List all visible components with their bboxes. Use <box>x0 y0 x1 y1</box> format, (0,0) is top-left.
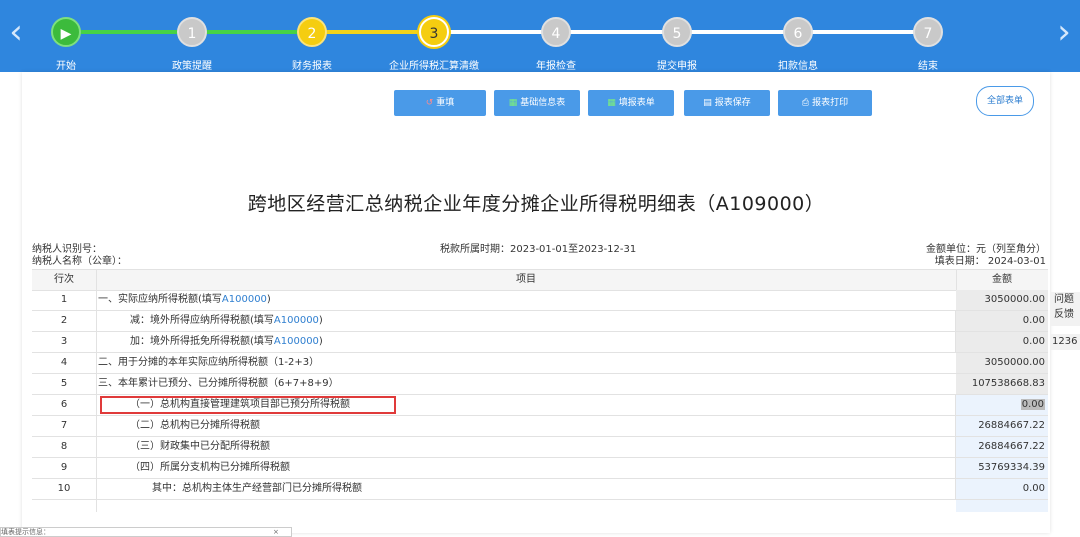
page-title: 跨地区经营汇总纳税企业年度分摊企业所得税明细表（A109000） <box>247 193 825 215</box>
tax-period: 税款所属时期：2023-01-01至2023-12-31 <box>440 244 637 255</box>
table-row: 4 二、用于分摊的本年实际应纳所得税额（1-2+3） 3050000.00 <box>32 353 1048 374</box>
fill-form-button[interactable]: ▦ 填报表单 <box>588 90 674 116</box>
row-amount-input[interactable]: 53769334.39 <box>956 458 1048 478</box>
chevron-right-icon[interactable]: › <box>1052 14 1076 50</box>
row-amount: 0.00 <box>956 332 1048 352</box>
row-no: 6 <box>32 395 97 415</box>
play-icon: ▶ <box>60 26 72 42</box>
table-row <box>32 500 1048 512</box>
row-amount: 107538668.83 <box>956 374 1048 394</box>
row-no: 2 <box>32 311 97 331</box>
row-item: 一、实际应纳所得税额(填写A100000) <box>96 290 959 310</box>
row-no: 4 <box>32 353 97 373</box>
chevron-left-icon[interactable]: ‹ <box>4 14 28 50</box>
step-label-payment[interactable]: 扣款信息 <box>743 57 853 72</box>
step-circle-start[interactable]: ▶ <box>51 17 81 47</box>
step-circle-3[interactable]: 3 <box>419 17 449 47</box>
row-no <box>32 500 97 512</box>
step-label-submit[interactable]: 提交申报 <box>622 57 732 72</box>
feedback-widget[interactable]: 问题 反馈 <box>1050 292 1080 326</box>
row-no: 3 <box>32 332 97 352</box>
step-label-cit[interactable]: 企业所得税汇算清缴 <box>379 57 489 72</box>
step-label-end[interactable]: 结束 <box>873 57 983 72</box>
step-circle-7[interactable]: 7 <box>913 17 943 47</box>
row-no: 5 <box>32 374 97 394</box>
row-amount: 0.00 <box>956 311 1048 331</box>
header-item: 项目 <box>96 270 957 290</box>
form-link[interactable]: A100000 <box>274 315 319 326</box>
table-row: 1 一、实际应纳所得税额(填写A100000) 3050000.00 <box>32 290 1048 311</box>
reset-button[interactable]: ↺ 重填 <box>394 90 486 116</box>
header-amount: 金额 <box>992 274 1012 285</box>
row-amount-input[interactable]: 0.00 <box>956 479 1048 499</box>
save-icon: ▤ <box>703 98 712 108</box>
save-report-button[interactable]: ▤ 报表保存 <box>684 90 770 116</box>
row-item: 加：境外所得抵免所得税额(填写A100000) <box>96 332 956 352</box>
table-row: 5 三、本年累计已预分、已分摊所得税额（6+7+8+9） 107538668.8… <box>32 374 1048 395</box>
row-item: 其中：总机构主体生产经营部门已分摊所得税额 <box>96 479 956 499</box>
all-forms-button[interactable]: 全部表单 <box>976 86 1034 116</box>
form-link[interactable]: A100000 <box>222 294 267 305</box>
row-no: 9 <box>32 458 97 478</box>
row-item: （三）财政集中已分配所得税额 <box>96 437 956 457</box>
row-amount: 3050000.00 <box>956 290 1048 310</box>
hotline-widget[interactable]: 1236 <box>1050 334 1080 350</box>
refresh-icon: ↺ <box>425 98 434 108</box>
header-row-no: 行次 <box>32 270 97 290</box>
step-circle-4[interactable]: 4 <box>541 17 571 47</box>
row-item: 减：境外所得应纳所得税额(填写A100000) <box>96 311 956 331</box>
step-circle-5[interactable]: 5 <box>662 17 692 47</box>
row-no: 7 <box>32 416 97 436</box>
step-label-policy[interactable]: 政策提醒 <box>137 57 247 72</box>
row-no: 8 <box>32 437 97 457</box>
fill-date: 填表日期： 2024-03-01 <box>934 256 1046 267</box>
row-item: 三、本年累计已预分、已分摊所得税额（6+7+8+9） <box>96 374 959 394</box>
table-row: 10 其中：总机构主体生产经营部门已分摊所得税额 0.00 <box>32 479 1048 500</box>
table-icon: ▦ <box>607 98 616 108</box>
basic-info-button[interactable]: ▦ 基础信息表 <box>494 90 580 116</box>
print-icon: ⎙ <box>801 98 810 108</box>
row-item: （二）总机构已分摊所得税额 <box>96 416 956 436</box>
table-row: 9 （四）所属分支机构已分摊所得税额 53769334.39 <box>32 458 1048 479</box>
table-header: 行次 项目 金额 <box>32 269 1048 291</box>
step-label-start[interactable]: 开始 <box>11 57 121 72</box>
step-label-check[interactable]: 年报检查 <box>501 57 611 72</box>
taxpayer-name-label: 纳税人名称（公章）： <box>32 256 127 267</box>
row-no: 1 <box>32 290 97 310</box>
print-report-button[interactable]: ⎙ 报表打印 <box>778 90 872 116</box>
table-row: 8 （三）财政集中已分配所得税额 26884667.22 <box>32 437 1048 458</box>
row-amount-input[interactable]: 26884667.22 <box>956 437 1048 457</box>
table-row: 7 （二）总机构已分摊所得税额 26884667.22 <box>32 416 1048 437</box>
step-circle-2[interactable]: 2 <box>297 17 327 47</box>
row-item: 二、用于分摊的本年实际应纳所得税额（1-2+3） <box>96 353 959 373</box>
row-item <box>96 500 957 512</box>
table-row: 2 减：境外所得应纳所得税额(填写A100000) 0.00 <box>32 311 1048 332</box>
row-amount <box>956 500 1048 512</box>
row-no: 10 <box>32 479 97 499</box>
form-link[interactable]: A100000 <box>274 336 319 347</box>
row-amount: 3050000.00 <box>956 353 1048 373</box>
highlight-box <box>100 396 396 414</box>
step-label-financial[interactable]: 财务报表 <box>257 57 367 72</box>
step-circle-6[interactable]: 6 <box>783 17 813 47</box>
row-item: （四）所属分支机构已分摊所得税额 <box>96 458 956 478</box>
progress-steps-bar: ‹ ▶ 1 2 3 4 5 6 7 开始 政策提醒 财务报表 企业所得税汇算清缴… <box>0 0 1080 72</box>
fill-tip-bar[interactable]: 填表提示信息： × <box>0 527 292 537</box>
row-amount-input[interactable]: 26884667.22 <box>956 416 1048 436</box>
step-connector-current <box>316 30 434 34</box>
step-circle-1[interactable]: 1 <box>177 17 207 47</box>
table-icon: ▦ <box>508 98 518 108</box>
table-row: 3 加：境外所得抵免所得税额(填写A100000) 0.00 <box>32 332 1048 353</box>
close-icon[interactable]: × <box>273 528 279 536</box>
row-amount-input[interactable]: 0.00 <box>956 395 1048 415</box>
